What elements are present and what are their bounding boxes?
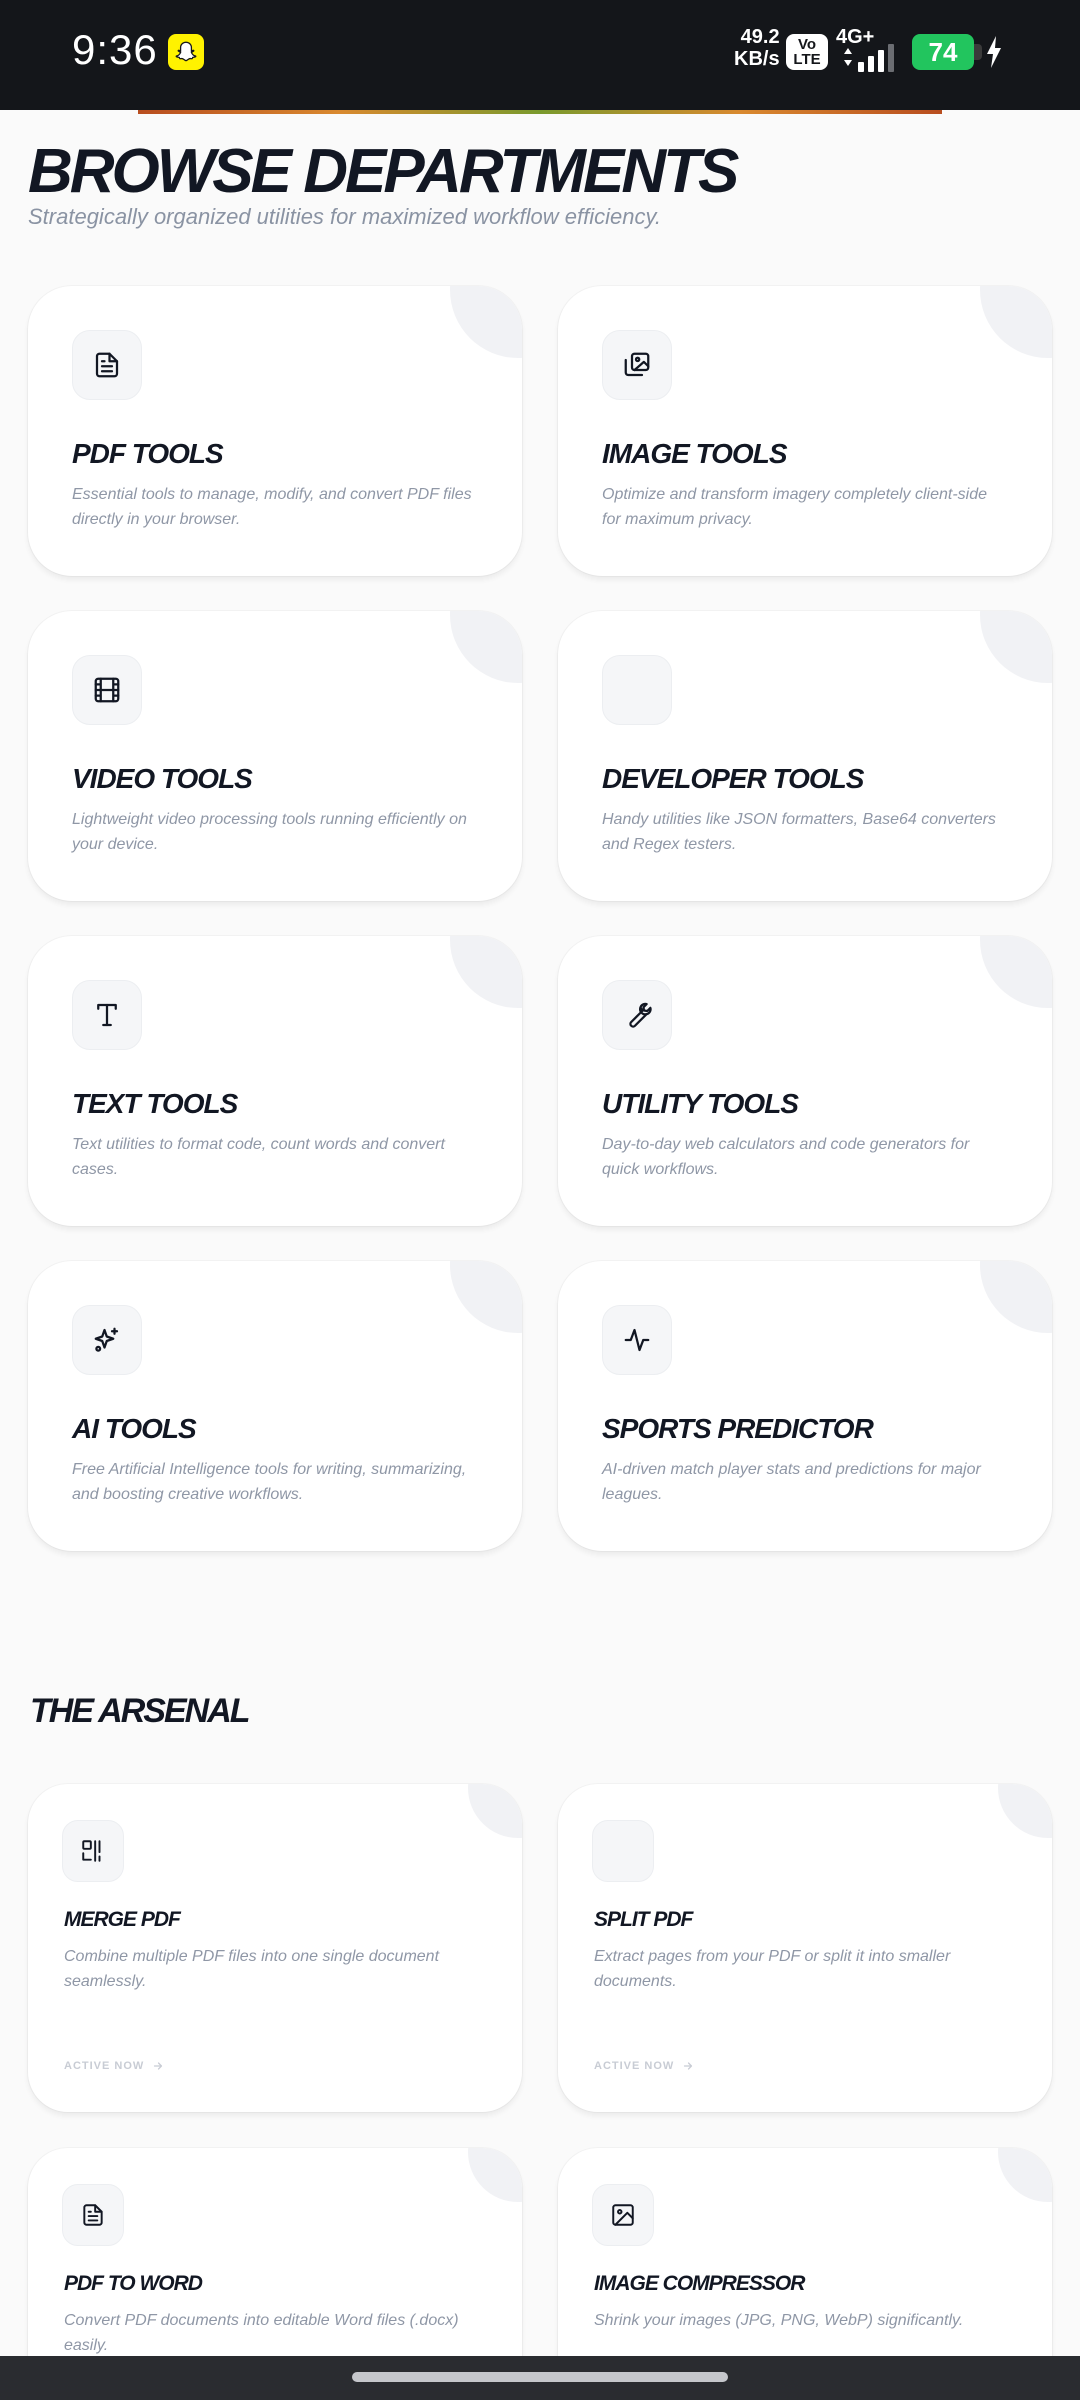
tool-title: SPLIT PDF <box>594 1908 693 1931</box>
department-title: SPORTS PREDICTOR <box>602 1413 874 1444</box>
department-title: IMAGE TOOLS <box>602 438 787 469</box>
banner-image-edge <box>138 110 942 114</box>
sparkles-icon <box>72 1305 142 1375</box>
decorative-circle <box>980 1261 1052 1333</box>
blank-icon <box>602 655 672 725</box>
department-card-utility-tools[interactable]: UTILITY TOOLS Day-to-day web calculators… <box>558 936 1052 1226</box>
decorative-circle <box>450 936 522 1008</box>
department-card-ai-tools[interactable]: AI TOOLS Free Artificial Intelligence to… <box>28 1261 522 1551</box>
decorative-circle <box>450 286 522 358</box>
tool-description: Shrink your images (JPG, PNG, WebP) sign… <box>594 2312 964 2329</box>
department-title: PDF TOOLS <box>72 438 224 469</box>
tool-title: MERGE PDF <box>64 1908 181 1931</box>
decorative-circle <box>998 1784 1052 1838</box>
merge-icon <box>62 1820 124 1882</box>
tool-title: PDF TO WORD <box>64 2272 203 2295</box>
system-navigation-bar <box>0 2356 1080 2400</box>
decorative-circle <box>998 2148 1052 2202</box>
volte-badge: Vo LTE <box>786 34 828 70</box>
battery-icon: 74 <box>912 34 974 70</box>
type-icon <box>72 980 142 1050</box>
status-bar: 9:36 49.2 KB/s Vo LTE 4G+ 74 <box>0 0 1080 110</box>
active-now-link[interactable]: ACTIVE NOW <box>594 2060 694 2072</box>
home-gesture-handle[interactable] <box>352 2372 728 2382</box>
department-description: Handy utilities like JSON formatters, Ba… <box>602 811 996 853</box>
images-icon <box>602 330 672 400</box>
decorative-circle <box>468 1784 522 1838</box>
film-icon <box>72 655 142 725</box>
arrow-right-icon <box>154 2062 163 2070</box>
decorative-circle <box>980 611 1052 683</box>
tool-description: Convert PDF documents into editable Word… <box>64 2312 459 2354</box>
network-speed: 49.2 KB/s <box>734 26 780 70</box>
department-title: UTILITY TOOLS <box>602 1088 799 1119</box>
tool-card-split-pdf[interactable]: SPLIT PDF Extract pages from your PDF or… <box>558 1784 1052 2112</box>
file-text-icon <box>72 330 142 400</box>
department-title: DEVELOPER TOOLS <box>602 763 864 794</box>
department-card-image-tools[interactable]: IMAGE TOOLS Optimize and transform image… <box>558 286 1052 576</box>
department-description: Free Artificial Intelligence tools for w… <box>72 1461 467 1503</box>
department-title: AI TOOLS <box>72 1413 197 1444</box>
department-card-text-tools[interactable]: TEXT TOOLS Text utilities to format code… <box>28 936 522 1226</box>
department-description: Optimize and transform imagery completel… <box>602 486 988 528</box>
tool-description: Combine multiple PDF files into one sing… <box>64 1948 440 1990</box>
department-description: Essential tools to manage, modify, and c… <box>72 486 472 528</box>
tool-description: Extract pages from your PDF or split it … <box>594 1948 951 1990</box>
department-description: AI-driven match player stats and predict… <box>602 1461 981 1503</box>
file-text-icon <box>62 2184 124 2246</box>
department-card-developer-tools[interactable]: DEVELOPER TOOLS Handy utilities like JSO… <box>558 611 1052 901</box>
department-card-video-tools[interactable]: VIDEO TOOLS Lightweight video processing… <box>28 611 522 901</box>
decorative-circle <box>450 611 522 683</box>
blank-icon <box>592 1820 654 1882</box>
snapchat-icon <box>168 34 204 70</box>
page-subtitle: Strategically organized utilities for ma… <box>28 204 661 229</box>
department-description: Day-to-day web calculators and code gene… <box>602 1136 970 1178</box>
activity-icon <box>602 1305 672 1375</box>
department-title: TEXT TOOLS <box>72 1088 238 1119</box>
decorative-circle <box>980 286 1052 358</box>
active-now-link[interactable]: ACTIVE NOW <box>64 2060 164 2072</box>
section-title-arsenal: THE ARSENAL <box>30 1692 251 1730</box>
department-title: VIDEO TOOLS <box>72 763 253 794</box>
department-description: Lightweight video processing tools runni… <box>72 811 467 853</box>
status-time: 9:36 <box>72 26 158 73</box>
decorative-circle <box>450 1261 522 1333</box>
tool-card-merge-pdf[interactable]: MERGE PDF Combine multiple PDF files int… <box>28 1784 522 2112</box>
decorative-circle <box>468 2148 522 2202</box>
signal-icon <box>844 44 894 72</box>
tool-title: IMAGE COMPRESSOR <box>594 2272 805 2295</box>
charging-bolt-icon <box>987 36 1001 68</box>
department-description: Text utilities to format code, count wor… <box>72 1136 445 1178</box>
decorative-circle <box>980 936 1052 1008</box>
department-card-sports-predictor[interactable]: SPORTS PREDICTOR AI-driven match player … <box>558 1261 1052 1551</box>
department-card-pdf-tools[interactable]: PDF TOOLS Essential tools to manage, mod… <box>28 286 522 576</box>
battery-tip <box>974 44 982 60</box>
wrench-icon <box>602 980 672 1050</box>
arrow-right-icon <box>684 2062 693 2070</box>
page-title: BROWSE DEPARTMENTS <box>28 137 739 206</box>
image-icon <box>592 2184 654 2246</box>
